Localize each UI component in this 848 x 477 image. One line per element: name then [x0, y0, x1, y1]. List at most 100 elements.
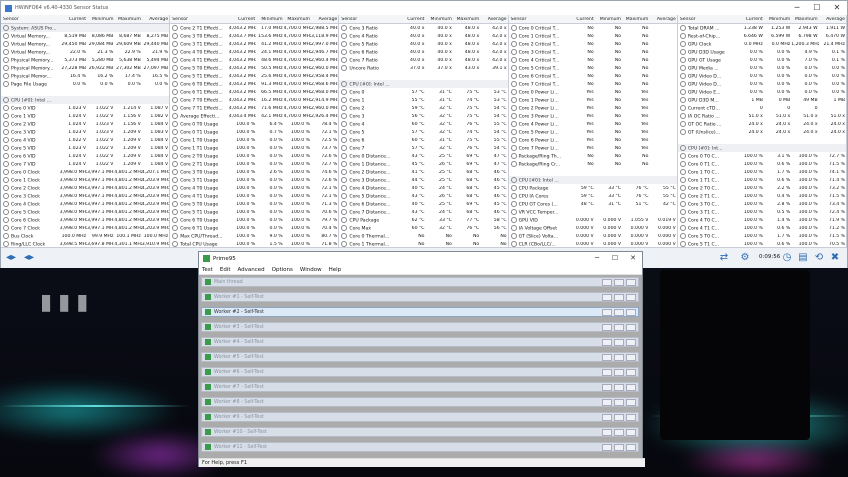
sensor-row[interactable]: Core 6 Critical T... No No No	[509, 72, 677, 80]
minimize-icon[interactable]	[602, 398, 612, 406]
column-header[interactable]: Minimum	[425, 17, 452, 22]
sensor-row[interactable]: Core 3 Power Li... Yes No Yes	[509, 112, 677, 120]
worker-window[interactable]: Worker #5 - Self-Test	[201, 352, 639, 362]
network-icon[interactable]: ⇄	[718, 252, 730, 264]
sensor-row[interactable]: Core 4 T1 C... 100.0 % 0.6 % 100.0 % 71.2 %	[678, 224, 846, 232]
sensor-row[interactable]: Core 4 T1 Effecti... 4,043.2 MHz 48.6 MHz 4…	[170, 56, 338, 64]
maximize-icon[interactable]: ☐	[807, 1, 827, 15]
sensor-pane-header[interactable]: Sensor Current Minimum Maximum Average	[339, 15, 508, 24]
sensor-row[interactable]: Core 0 T1 Usage 100.0 % 0.7 % 100.0 % 72.1 %	[170, 128, 338, 136]
close-icon[interactable]	[626, 308, 636, 316]
close-icon[interactable]	[626, 338, 636, 346]
hwinfo-sensor-window[interactable]: HWiNFO64 v6.40-4330 Sensor Status ─ ☐ ✕ …	[0, 0, 848, 268]
sensor-row[interactable]: Core 5 Ratio 40.0 x 40.0 x 48.0 x 42.0 x	[339, 40, 507, 48]
sensor-row[interactable]	[1, 88, 169, 96]
sensor-row[interactable]: GPU Video D... 0.0 % 0.0 % 0.0 % 0.0 %	[678, 72, 846, 80]
sensor-row[interactable]: Core 0 VID 1.023 V 1.022 V 1.214 V 1.087 V	[1, 104, 169, 112]
sensor-row[interactable]: Physical Memory... 27,228 MB 26,922 MB 27,3…	[1, 64, 169, 72]
minimize-icon[interactable]	[602, 308, 612, 316]
sensor-row[interactable]: Core 0 Critical T... No No No	[509, 24, 677, 32]
sensor-row[interactable]: GT OC Ratio ... 24.0 x 24.0 x 24.0 x 24.0 x	[678, 120, 846, 128]
close-icon[interactable]	[626, 413, 636, 421]
sensor-row[interactable]: Total DRAM ... 1.238 W 1.253 W 2.943 W 1.911…	[678, 24, 846, 32]
sensor-row[interactable]: Core 2 T1 C... 100.0 % 0.4 % 100.0 % 71.5 %	[678, 192, 846, 200]
restore-icon[interactable]	[614, 293, 624, 301]
sensor-row[interactable]: Ring/LLC Clock 3,698.5 MHz 3,697.8 MHz 4,30…	[1, 240, 169, 247]
sensor-row[interactable]: Core 7 VID 1.024 V 1.022 V 1.209 V 1.084 V	[1, 160, 169, 168]
sensor-row[interactable]: Core 1 T0 Usage 100.0 % 0.0 % 100.0 % 72.5 %	[170, 136, 338, 144]
sensor-row[interactable]: Core 6 Distance... 40 °C 25 °C 69 °C 45 °C	[339, 200, 507, 208]
sensor-row[interactable]: Core 5 Distance... 43 °C 26 °C 68 °C 46 °C	[339, 192, 507, 200]
sensor-row[interactable]: Core 1 VID 1.024 V 1.022 V 1.156 V 1.082 V	[1, 112, 169, 120]
nav-right-icon[interactable]: ◂▸	[23, 252, 35, 264]
restore-icon[interactable]	[614, 278, 624, 286]
column-header[interactable]: Minimum	[764, 17, 791, 22]
sensor-row[interactable]: Core 4 60 °C 32 °C 76 °C 55 °C	[339, 120, 507, 128]
worker-window[interactable]: Worker #4 - Self-Test	[201, 337, 639, 347]
sensor-row[interactable]: Core 0 T1 C... 100.0 % 0.6 % 100.0 % 71.5 %	[678, 160, 846, 168]
sensor-row[interactable]: Core 2 VID 1.024 V 1.023 V 1.156 V 1.084 V	[1, 120, 169, 128]
close-icon[interactable]: ✕	[827, 1, 847, 15]
sensor-row[interactable]: Core 1 Clock 3,998.0 MHz 3,997.1 MHz 4,801.…	[1, 176, 169, 184]
sensor-row[interactable]: Core 3 T1 Effecti... 4,043.2 MHz 41.2 MHz 4…	[170, 40, 338, 48]
sensor-row[interactable]: Core 4 Power Li... Yes No Yes	[509, 120, 677, 128]
sensor-row[interactable]: Core 6 T1 Effecti... 4,043.2 MHz 66.5 MHz 4…	[170, 88, 338, 96]
worker-window[interactable]: Worker #2 - Self-Test	[201, 307, 639, 317]
sensor-row[interactable]: Core 3 T0 C... 100.0 % 2.8 % 100.0 % 73.4 %	[678, 200, 846, 208]
worker-window[interactable]: Worker #10 - Self-Test	[201, 427, 639, 437]
sensor-row[interactable]: Core 5 Power Li... Yes No Yes	[509, 128, 677, 136]
minimize-icon[interactable]	[602, 383, 612, 391]
sensor-row[interactable]: Core 3 T0 Usage 100.0 % 2.6 % 100.0 % 74.6 %	[170, 168, 338, 176]
sensor-row[interactable]: Core 7 Power Li... Yes No Yes	[509, 144, 677, 152]
sensor-row[interactable]: Core 5 Critical T... No No No	[509, 64, 677, 72]
sensor-row[interactable]: Core 5 T1 C... 100.0 % 0.6 % 100.0 % 70.5 %	[678, 240, 846, 247]
sensor-row[interactable]: Core 6 T1 Usage 100.0 % 0.0 % 100.0 % 70.4 %	[170, 224, 338, 232]
sensor-pane-header[interactable]: Sensor Current Minimum Maximum Average	[677, 15, 847, 24]
sensor-row[interactable]: Core 7 T1 Effecti... 4,043.2 MHz 71.6 MHz 4…	[170, 104, 338, 112]
sensor-row[interactable]: Core 3 VID 1.023 V 1.023 V 1.209 V 1.083 V	[1, 128, 169, 136]
sensor-row[interactable]: Core 7 57 °C 32 °C 76 °C 54 °C	[339, 144, 507, 152]
worker-window[interactable]: Worker #1 - Self-Test	[201, 292, 639, 302]
sensor-row[interactable]: Rest-of-Chip... 6.646 W 6.599 W 6.798 W 6.47…	[678, 32, 846, 40]
worker-window[interactable]: Worker #11 - Self-Test	[201, 442, 639, 452]
sensor-row[interactable]: Average Effecti... 4,043.4 MHz 42.1 MHz 4,7…	[170, 112, 338, 120]
sensor-row[interactable]: Core 2 T1 Usage 100.0 % 0.0 % 100.0 % 72.7 %	[170, 160, 338, 168]
sensor-row[interactable]: Total CPU Usage 100.0 % 1.5 % 100.0 % 71.8 %	[170, 240, 338, 247]
column-header[interactable]: Current	[60, 17, 87, 22]
restore-icon[interactable]	[614, 398, 624, 406]
close-icon[interactable]	[626, 368, 636, 376]
sensor-group-header[interactable]: CPU [#0]: Int...	[677, 144, 847, 152]
worker-window[interactable]: Worker #8 - Self-Test	[201, 397, 639, 407]
sensor-row[interactable]: Core 6 T0 Usage 100.0 % 0.0 % 100.0 % 79.7 %	[170, 216, 338, 224]
sensor-row[interactable]: Core 2 Critical T... No No No	[509, 40, 677, 48]
minimize-icon[interactable]	[602, 443, 612, 451]
report-icon[interactable]: ▤	[797, 252, 809, 264]
sensor-row[interactable]: Core 4 Clock 3,998.0 MHz 3,997.1 MHz 4,801.…	[1, 200, 169, 208]
sensor-row[interactable]: Core 7 Distance... 43 °C 24 °C 68 °C 46 °C	[339, 208, 507, 216]
sensor-row[interactable]: Core 1 Critical T... No No No	[509, 32, 677, 40]
sensor-row[interactable]: Core 6 Ratio 40.0 x 40.0 x 48.0 x 42.0 x	[339, 48, 507, 56]
sensor-row[interactable]: GPU D3D M... 1 MB 0 MB 49 MB 1 MB	[678, 96, 846, 104]
menu-item-options[interactable]: Options	[272, 267, 293, 273]
column-header[interactable]: Sensor	[1, 17, 60, 22]
sensor-row[interactable]: Core 7 T0 Effecti... 4,043.2 MHz 16.2 MHz 4…	[170, 96, 338, 104]
sensor-row[interactable]: Core 5 T1 Effecti... 4,043.2 MHz 25.6 MHz 4…	[170, 72, 338, 80]
prime95-titlebar[interactable]: Prime95 ─ ☐ ✕	[199, 252, 642, 265]
column-header[interactable]: Sensor	[509, 17, 568, 22]
sensor-row[interactable]: CPU Package 62 °C 33 °C 77 °C 58 °C	[339, 216, 507, 224]
sensor-row[interactable]: Core 4 T0 Usage 100.0 % 0.0 % 100.0 % 72.1 %	[170, 184, 338, 192]
sensor-row[interactable]: Core 2 T1 Effecti... 4,043.2 MHz 17.0 MHz 4…	[170, 24, 338, 32]
sensor-row[interactable]: Core 0 57 °C 31 °C 75 °C 53 °C	[339, 88, 507, 96]
sensor-pane-header[interactable]: Sensor Current Minimum Maximum Average	[508, 15, 677, 24]
sensor-row[interactable]: GPU GT Usage 0.0 % 0.0 % 7.0 % 0.1 %	[678, 56, 846, 64]
close-icon[interactable]	[626, 383, 636, 391]
sensor-row[interactable]	[509, 168, 677, 176]
column-header[interactable]: Current	[229, 17, 256, 22]
worker-window[interactable]: Worker #3 - Self-Test	[201, 322, 639, 332]
sensor-row[interactable]: Core 4 Distance... 40 °C 24 °C 68 °C 45 °C	[339, 184, 507, 192]
menu-item-help[interactable]: Help	[329, 267, 342, 273]
sensor-row[interactable]: Core 0 Power Li... Yes No Yes	[509, 88, 677, 96]
minimize-icon[interactable]: ─	[588, 252, 606, 265]
sensor-pane-header[interactable]: Sensor Current Minimum Maximum Average	[1, 15, 170, 24]
minimize-icon[interactable]: ─	[787, 1, 807, 15]
